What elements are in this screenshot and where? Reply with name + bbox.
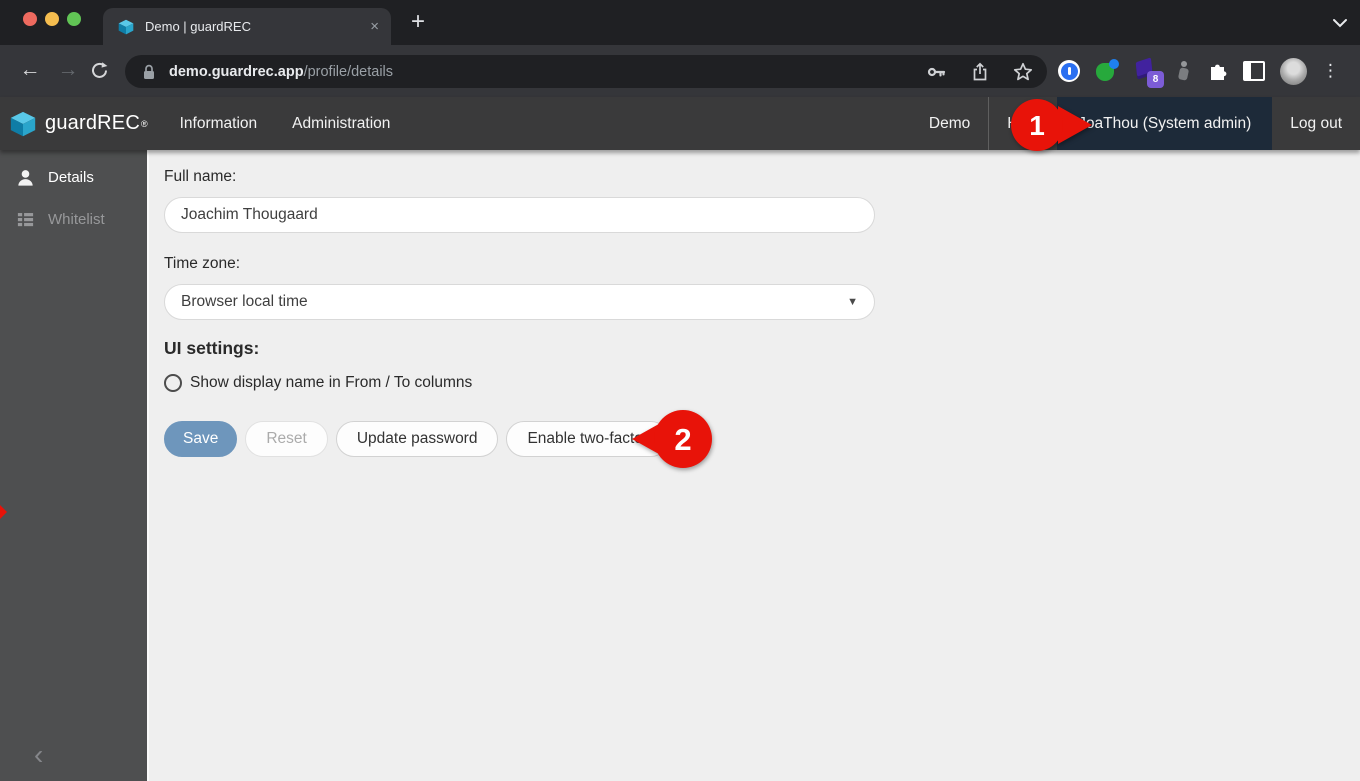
- brand-name: guardREC: [45, 112, 140, 134]
- update-password-button[interactable]: Update password: [335, 421, 499, 457]
- full-name-label: Full name:: [164, 168, 237, 185]
- url-path: /profile/details: [303, 63, 394, 80]
- full-name-input[interactable]: [164, 197, 875, 233]
- forward-button[interactable]: →: [54, 45, 82, 97]
- purple-book-icon[interactable]: 8: [1134, 57, 1164, 88]
- lock-icon[interactable]: [141, 63, 157, 81]
- window-close-button[interactable]: [23, 12, 37, 26]
- window-controls: [23, 12, 81, 26]
- sidebar-item-label: Whitelist: [48, 210, 105, 228]
- display-name-radio[interactable]: [164, 374, 182, 392]
- tab-search-chevron-icon[interactable]: [1332, 18, 1348, 28]
- puzzle-icon[interactable]: [1206, 60, 1228, 82]
- window-minimize-button[interactable]: [45, 12, 59, 26]
- user-icon: [16, 168, 35, 187]
- new-tab-button[interactable]: +: [403, 6, 433, 38]
- key-icon[interactable]: [927, 63, 947, 81]
- right-nav: Demo Help JoaThou (System admin) Log out: [911, 97, 1360, 150]
- url-domain: demo.guardrec.app: [169, 63, 304, 80]
- brand-registered-mark: ®: [140, 118, 148, 129]
- sidebar: Details Whitelist ‹: [0, 150, 149, 781]
- select-arrow-icon: ▼: [847, 296, 858, 308]
- evernote-icon[interactable]: [1095, 59, 1119, 83]
- guardrec-cube-icon: [10, 111, 36, 136]
- tab-title: Demo | guardREC: [145, 19, 251, 34]
- main-nav: Information Administration: [180, 97, 391, 150]
- window-zoom-button[interactable]: [67, 12, 81, 26]
- sidebar-item-whitelist[interactable]: Whitelist: [0, 198, 147, 240]
- form-buttons: Save Reset Update password Enable two-fa…: [164, 421, 1360, 457]
- nav-administration[interactable]: Administration: [292, 97, 390, 150]
- svg-text:1: 1: [1029, 110, 1045, 141]
- list-icon: [16, 210, 35, 229]
- sidebar-item-details[interactable]: Details: [0, 156, 147, 198]
- sidebar-item-label: Details: [48, 168, 94, 186]
- share-icon[interactable]: [971, 62, 989, 82]
- svg-text:2: 2: [674, 422, 691, 457]
- timezone-select[interactable]: Browser local time ▼: [164, 284, 875, 320]
- profile-avatar[interactable]: [1280, 57, 1307, 85]
- onepassword-icon[interactable]: [1058, 60, 1080, 82]
- frame-icon[interactable]: [1243, 61, 1265, 81]
- extension-badge: 8: [1147, 71, 1164, 88]
- sidebar-collapse-chevron[interactable]: ‹: [34, 741, 43, 769]
- reload-icon[interactable]: [90, 45, 118, 97]
- browser-toolbar: ← → demo.guardrec.app/profile/details 8 …: [0, 45, 1360, 97]
- extensions-row: 8 ⋮: [1058, 45, 1339, 97]
- reset-button[interactable]: Reset: [245, 421, 328, 457]
- edge-red-speck: [0, 505, 7, 519]
- brand-logo[interactable]: guardREC ®: [0, 97, 148, 150]
- tab-close-icon[interactable]: ×: [370, 18, 379, 35]
- time-zone-label: Time zone:: [164, 255, 241, 272]
- figure-icon[interactable]: [1175, 60, 1191, 82]
- url-bar[interactable]: demo.guardrec.app/profile/details: [125, 55, 1047, 88]
- back-button[interactable]: ←: [16, 45, 44, 97]
- display-name-radio-row: Show display name in From / To columns: [164, 374, 1360, 392]
- app-header: guardREC ® Information Administration De…: [0, 97, 1360, 150]
- nav-information[interactable]: Information: [180, 97, 258, 150]
- profile-details-panel: Full name: Time zone: Browser local time…: [151, 150, 1360, 781]
- favicon-cube-icon: [117, 18, 135, 36]
- ui-settings-heading: UI settings:: [164, 338, 260, 358]
- browser-menu-icon[interactable]: ⋮: [1322, 61, 1339, 81]
- nav-demo[interactable]: Demo: [911, 97, 988, 150]
- annotation-marker-1: 1: [1011, 99, 1092, 151]
- save-button[interactable]: Save: [164, 421, 238, 457]
- star-icon[interactable]: [1013, 62, 1033, 82]
- nav-logout[interactable]: Log out: [1272, 97, 1360, 150]
- browser-tab-strip: Demo | guardREC × +: [0, 0, 1360, 45]
- timezone-selected-value: Browser local time: [181, 293, 308, 310]
- browser-tab[interactable]: Demo | guardREC ×: [103, 8, 391, 45]
- display-name-radio-label: Show display name in From / To columns: [190, 374, 473, 391]
- annotation-marker-2: 2: [632, 410, 712, 468]
